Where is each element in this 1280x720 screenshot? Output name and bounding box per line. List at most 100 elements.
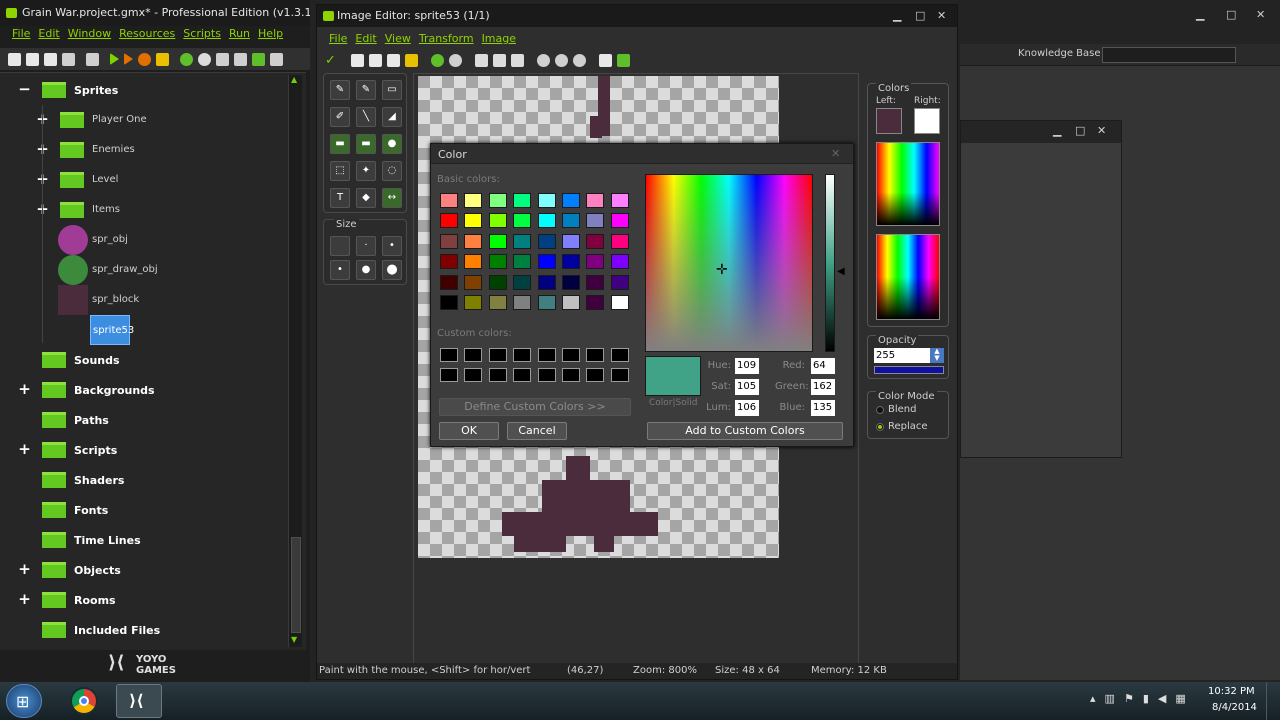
- opacity-input[interactable]: 255: [874, 348, 930, 363]
- line-tool-icon[interactable]: ╲: [356, 107, 376, 127]
- right-color-swatch[interactable]: [914, 108, 940, 134]
- basic-color-swatch[interactable]: [610, 233, 629, 249]
- save-project-icon[interactable]: [44, 52, 57, 66]
- child-minimize-icon[interactable]: ▁: [1053, 124, 1061, 137]
- tree-item-sounds[interactable]: Sounds: [0, 345, 286, 375]
- expand-icon[interactable]: +: [18, 382, 31, 397]
- basic-color-swatch[interactable]: [488, 254, 507, 270]
- collapse-icon[interactable]: −: [18, 82, 31, 97]
- tray-app-icon[interactable]: ▦: [1175, 692, 1185, 710]
- color-picker-tool-icon[interactable]: ✐: [330, 107, 350, 127]
- basic-color-swatch[interactable]: [513, 193, 532, 208]
- tree-item-paths[interactable]: Paths: [0, 405, 286, 435]
- basic-color-swatch[interactable]: [464, 213, 483, 229]
- tree-scrollbar-thumb[interactable]: [291, 537, 301, 633]
- rectangle-tool-icon[interactable]: ▬: [330, 134, 350, 154]
- export-icon[interactable]: [62, 52, 75, 66]
- replace-color-tool-icon[interactable]: ↔: [382, 188, 402, 208]
- polygon-tool-icon[interactable]: ◢: [382, 107, 402, 127]
- show-desktop-button[interactable]: [1266, 682, 1280, 720]
- background-add-icon[interactable]: [216, 52, 229, 66]
- filled-rect-tool-icon[interactable]: ▬: [356, 134, 376, 154]
- basic-color-swatch[interactable]: [586, 295, 605, 310]
- tree-item-rooms[interactable]: + Rooms: [0, 585, 286, 615]
- brush-size-6[interactable]: ●: [382, 260, 402, 280]
- custom-color-swatch[interactable]: [562, 348, 580, 362]
- basic-color-swatch[interactable]: [464, 274, 483, 290]
- tree-item-sprites[interactable]: − Sprites: [0, 75, 286, 105]
- script-add-icon[interactable]: [252, 52, 265, 66]
- clock-time[interactable]: 10:32 PM: [1208, 686, 1255, 697]
- tray-signal-icon[interactable]: ▮: [1143, 692, 1149, 710]
- editor-minimize-icon[interactable]: ▁: [893, 5, 901, 27]
- basic-color-swatch[interactable]: [440, 274, 458, 290]
- basic-color-swatch[interactable]: [488, 213, 507, 229]
- color-palette-grid[interactable]: [876, 142, 940, 226]
- basic-color-swatch[interactable]: [464, 254, 483, 270]
- luminance-slider[interactable]: [825, 174, 835, 352]
- tray-flag-icon[interactable]: ⚑: [1124, 692, 1134, 710]
- basic-color-swatch[interactable]: [562, 233, 580, 249]
- brush-size-2[interactable]: ·: [356, 236, 376, 256]
- color-spectrum-picker[interactable]: ✛: [645, 174, 813, 352]
- basic-color-swatch[interactable]: [586, 254, 605, 270]
- brush-size-5[interactable]: ●: [356, 260, 376, 280]
- basic-color-swatch[interactable]: [513, 295, 532, 310]
- debug-icon[interactable]: [124, 53, 133, 65]
- paste-icon[interactable]: [511, 53, 524, 67]
- opacity-spinner-icon[interactable]: ▲ ▼: [930, 348, 944, 363]
- tree-item-shaders[interactable]: Shaders: [0, 465, 286, 495]
- basic-color-swatch[interactable]: [488, 193, 507, 208]
- chrome-taskbar-icon[interactable]: [70, 687, 98, 715]
- basic-color-swatch[interactable]: [513, 254, 532, 270]
- image-settings-icon[interactable]: [617, 53, 630, 67]
- editor-menu-view[interactable]: View: [385, 31, 411, 47]
- sat-field[interactable]: 105: [735, 379, 759, 395]
- basic-color-swatch[interactable]: [537, 213, 556, 229]
- print-icon[interactable]: [405, 53, 418, 67]
- custom-color-swatch[interactable]: [488, 348, 507, 362]
- basic-color-swatch[interactable]: [513, 233, 532, 249]
- sound-add-icon[interactable]: [198, 52, 211, 66]
- add-to-custom-colors-button[interactable]: Add to Custom Colors: [647, 422, 843, 440]
- custom-color-swatch[interactable]: [537, 368, 556, 382]
- red-field[interactable]: 64: [811, 358, 835, 374]
- custom-color-swatch[interactable]: [440, 348, 458, 362]
- basic-color-swatch[interactable]: [440, 254, 458, 270]
- redo-icon[interactable]: [449, 53, 462, 67]
- main-maximize-icon[interactable]: □: [1226, 8, 1236, 21]
- custom-color-swatch[interactable]: [488, 368, 507, 382]
- tree-item-scripts[interactable]: + Scripts: [0, 435, 286, 465]
- main-menu-window[interactable]: Window: [68, 26, 111, 42]
- tray-network-icon[interactable]: ▥: [1105, 692, 1115, 710]
- define-custom-colors-button[interactable]: Define Custom Colors >>: [439, 398, 631, 416]
- main-menu-run[interactable]: Run: [229, 26, 250, 42]
- basic-color-swatch[interactable]: [610, 295, 629, 310]
- editor-menu-file[interactable]: File: [329, 31, 347, 47]
- pencil-tool-icon[interactable]: ✎: [330, 80, 350, 100]
- left-color-swatch[interactable]: [876, 108, 902, 134]
- basic-color-swatch[interactable]: [610, 254, 629, 270]
- editor-menu-transform[interactable]: Transform: [419, 31, 474, 47]
- custom-color-swatch[interactable]: [610, 368, 629, 382]
- basic-color-swatch[interactable]: [586, 233, 605, 249]
- main-menu-resources[interactable]: Resources: [119, 26, 175, 42]
- lasso-tool-icon[interactable]: ◌: [382, 161, 402, 181]
- tree-item-included-files[interactable]: Included Files: [0, 615, 286, 645]
- basic-color-swatch[interactable]: [440, 193, 458, 208]
- child-close-icon[interactable]: ✕: [1097, 124, 1106, 137]
- brush-size-3[interactable]: •: [382, 236, 402, 256]
- stop-icon[interactable]: [138, 52, 151, 66]
- child-maximize-icon[interactable]: □: [1075, 124, 1085, 137]
- main-menu-file[interactable]: File: [12, 26, 30, 42]
- dialog-close-icon[interactable]: ✕: [831, 147, 840, 160]
- spray-tool-icon[interactable]: ✎: [356, 80, 376, 100]
- zoom-in-icon[interactable]: [537, 53, 550, 67]
- zoom-reset-icon[interactable]: [555, 53, 568, 67]
- zoom-out-icon[interactable]: [573, 53, 586, 67]
- ellipse-tool-icon[interactable]: ●: [382, 134, 402, 154]
- open-image-icon[interactable]: [369, 53, 382, 67]
- custom-color-swatch[interactable]: [537, 348, 556, 362]
- editor-close-icon[interactable]: ✕: [937, 5, 946, 27]
- basic-color-swatch[interactable]: [488, 233, 507, 249]
